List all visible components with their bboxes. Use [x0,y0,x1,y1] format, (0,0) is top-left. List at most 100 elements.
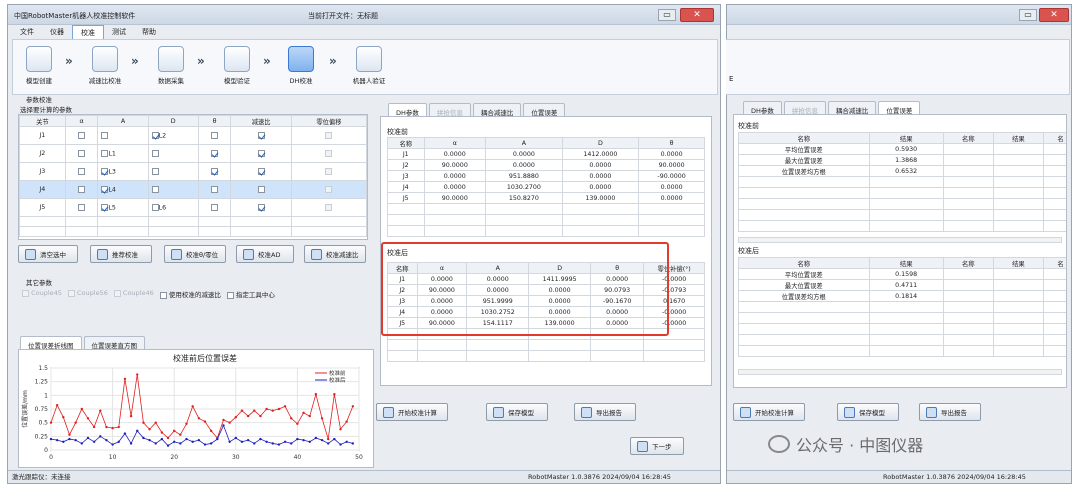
d-checkbox[interactable] [151,167,159,175]
d-checkbox[interactable] [151,149,159,157]
theta-checkbox[interactable] [211,167,219,175]
export-report-button[interactable]: 导出报告 [919,403,981,421]
d-checkbox[interactable] [151,203,159,211]
close-button[interactable]: ✕ [680,8,714,22]
export-report-button[interactable]: 导出报告 [574,403,636,421]
table-row[interactable]: 平均位置误差 0.5930 [738,143,1066,155]
table-row[interactable]: J3 0.0000 951.8880 0.0000 -90.0000 [387,170,705,182]
couple46-checkbox[interactable]: Couple46 [113,289,154,299]
second-ribbon [726,39,1070,95]
alpha-checkbox[interactable] [78,149,86,157]
param-row[interactable]: J4 L4 [19,180,368,199]
theta-checkbox[interactable] [211,185,219,193]
data-point [99,409,102,412]
table-row[interactable]: J1 0.0000 0.0000 1412.0000 0.0000 [387,148,705,160]
step-robot-verify[interactable]: 机器人验证 [347,46,391,85]
empty-row [387,203,705,215]
zero-checkbox[interactable] [325,149,333,157]
horizontal-scrollbar[interactable] [738,237,1062,243]
start-calc-button[interactable]: 开始校准计算 [733,403,805,421]
theta-checkbox[interactable] [211,203,219,211]
minimize-button[interactable]: ▭ [1019,9,1037,21]
a-checkbox[interactable] [101,185,109,193]
empty-row [738,220,1066,232]
alpha-checkbox[interactable] [78,167,86,175]
ratio-checkbox[interactable] [257,149,265,157]
a-checkbox[interactable] [101,167,109,175]
table-cell: 0.5930 [868,143,944,155]
data-point [351,405,355,408]
clear-selection-button[interactable]: 清空选中 [18,245,78,263]
step-dh-calibration[interactable]: DH校准 [279,46,323,85]
next-step-button[interactable]: 下一步 [630,437,684,455]
menu-help[interactable]: 帮助 [134,25,164,39]
couple45-checkbox[interactable]: Couple45 [22,289,62,299]
data-point [148,428,151,431]
ratio-checkbox[interactable] [257,203,265,211]
data-point [191,440,194,443]
menu-test[interactable]: 测试 [104,25,134,39]
table-row[interactable]: J4 0.0000 1030.2700 0.0000 0.0000 [387,181,705,193]
save-model-button[interactable]: 保存模型 [837,403,899,421]
recommend-button[interactable]: 推荐校准 [90,245,152,263]
d-checkbox[interactable] [151,131,159,139]
calibrate-ad-button[interactable]: 校准AD [236,245,294,263]
data-point [203,443,207,446]
table-row[interactable]: 最大位置误差 1.3868 [738,154,1066,166]
menu-calibrate[interactable]: 校准 [72,25,104,39]
step-model-verify[interactable]: 模型验证 [215,46,259,85]
calibrate-theta-button[interactable]: 校准θ/零位 [164,245,226,263]
tool-center-checkbox[interactable]: 指定工具中心 [226,289,275,299]
step-reducer-calibration[interactable]: 减速比校准 [83,46,127,85]
table-row[interactable]: J5 90.0000 150.8270 139.0000 0.0000 [387,192,705,204]
minimize-button[interactable]: ▭ [658,9,676,21]
use-ratio-checkbox[interactable]: 使用校准的减速比 [159,289,221,299]
second-window: ▭ ✕ E DH参数 拼抢信息 耦合减速比 位置误差 校准前 名称 结果 名称 结果名… [726,4,1072,484]
couple56-checkbox[interactable]: Couple56 [67,289,108,299]
table-row[interactable]: 位置误差均方根 0.1814 [738,290,1066,302]
alpha-checkbox[interactable] [78,131,86,139]
zero-checkbox[interactable] [325,167,333,175]
param-row[interactable]: J3 L3 [19,162,368,181]
d-checkbox[interactable] [151,185,159,193]
a-checkbox[interactable] [101,131,109,139]
menu-instrument[interactable]: 仪器 [42,25,72,39]
a-checkbox[interactable] [101,149,109,157]
alpha-cell [64,180,99,199]
ratio-checkbox[interactable] [257,167,265,175]
ratio-checkbox[interactable] [257,131,265,139]
a-checkbox[interactable] [101,203,109,211]
param-row[interactable]: J1 L2 [19,126,368,145]
save-icon [493,406,504,418]
horizontal-scrollbar[interactable] [738,369,1062,375]
close-button[interactable]: ✕ [1039,8,1069,22]
ratio-checkbox[interactable] [257,185,265,193]
alpha-checkbox[interactable] [78,185,86,193]
step-data-collection[interactable]: 数据采集 [149,46,193,85]
current-file-label: 当前打开文件：无标题 [308,12,378,20]
table-cell: 90.0000 [423,192,487,204]
table-row[interactable]: 平均位置误差 0.1598 [738,268,1066,280]
theta-checkbox[interactable] [211,149,219,157]
theta-checkbox[interactable] [211,131,219,139]
alpha-checkbox[interactable] [78,203,86,211]
status-bar: 激光跟踪仪：未连接 RobotMaster 1.0.3876 2024/09/0… [8,470,720,483]
param-group-label: 参数校准 [26,96,52,104]
step-model-create[interactable]: 模型创建 [17,46,61,85]
zero-checkbox[interactable] [325,203,333,211]
param-row[interactable]: J5 L5 L6 [19,198,368,217]
table-row[interactable]: 位置误差均方根 0.6532 [738,165,1066,177]
table-row[interactable]: 最大位置误差 0.4711 [738,279,1066,291]
param-row[interactable]: J2 L1 [19,144,368,163]
table-cell [1042,290,1066,302]
menu-file[interactable]: 文件 [12,25,42,39]
calibrate-ratio-button[interactable]: 校准减速比 [304,245,366,263]
before-table: 名称 α A Dθ J1 0.0000 0.0000 1412.0000 0.0000 J2 90… [387,137,705,237]
x-tick-label: 20 [170,454,178,461]
zero-checkbox[interactable] [325,131,333,139]
save-model-button[interactable]: 保存模型 [486,403,548,421]
table-row[interactable]: J2 90.0000 0.0000 0.0000 90.0000 [387,159,705,171]
start-calc-button[interactable]: 开始校准计算 [376,403,448,421]
zero-checkbox[interactable] [325,185,333,193]
data-point [259,437,262,441]
